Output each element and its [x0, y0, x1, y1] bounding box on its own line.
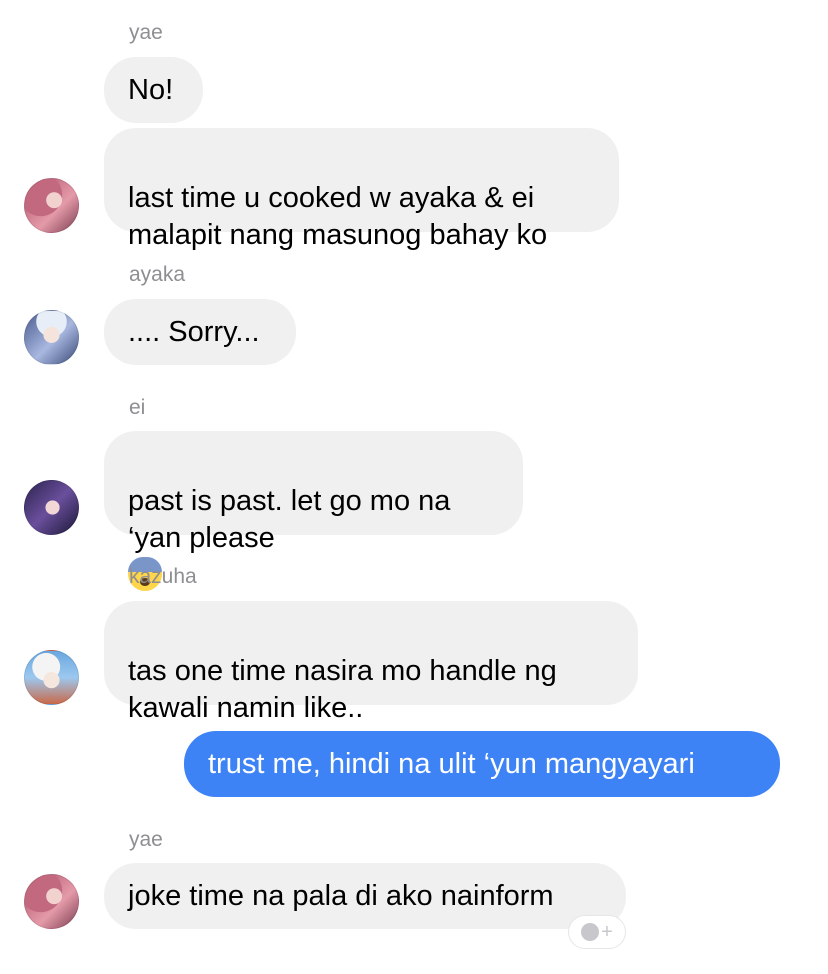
- my-message-bubble[interactable]: trust me, hindi na ulit ‘yun mangyayari: [184, 731, 780, 797]
- message-bubble[interactable]: joke time na pala di ako nainform: [104, 863, 626, 929]
- sender-name: kazuha: [129, 565, 197, 588]
- message-bubble[interactable]: last time u cooked w ayaka & ei malapit …: [104, 128, 619, 251]
- message-text: No!: [128, 74, 174, 106]
- avatar-yae[interactable]: [24, 178, 79, 233]
- sender-name: yae: [129, 828, 163, 851]
- avatar-yae[interactable]: [24, 874, 79, 929]
- sender-name: ayaka: [129, 263, 186, 286]
- avatar-ei[interactable]: [24, 480, 79, 535]
- message-bubble[interactable]: tas one time nasira mo handle ng kawali …: [104, 601, 638, 724]
- sender-name: yae: [129, 21, 163, 44]
- message-text: past is past. let go mo na ‘yan please: [128, 485, 451, 554]
- smiley-plus-icon: [581, 923, 600, 941]
- add-reaction-button[interactable]: +: [568, 915, 626, 949]
- react-plus: +: [601, 921, 613, 943]
- avatar-ayaka[interactable]: [24, 310, 79, 365]
- message-text: joke time na pala di ako nainform: [128, 880, 554, 912]
- message-bubble[interactable]: past is past. let go mo na ‘yan please: [104, 431, 523, 591]
- message-text: last time u cooked w ayaka & ei malapit …: [128, 182, 548, 251]
- avatar-kazuha[interactable]: [24, 650, 79, 705]
- sender-name: ei: [129, 396, 146, 419]
- message-bubble[interactable]: No!: [104, 57, 203, 123]
- message-text: trust me, hindi na ulit ‘yun mangyayari: [208, 748, 695, 780]
- message-text: .... Sorry...: [128, 316, 260, 348]
- message-text: tas one time nasira mo handle ng kawali …: [128, 655, 557, 724]
- message-bubble[interactable]: .... Sorry...: [104, 299, 296, 365]
